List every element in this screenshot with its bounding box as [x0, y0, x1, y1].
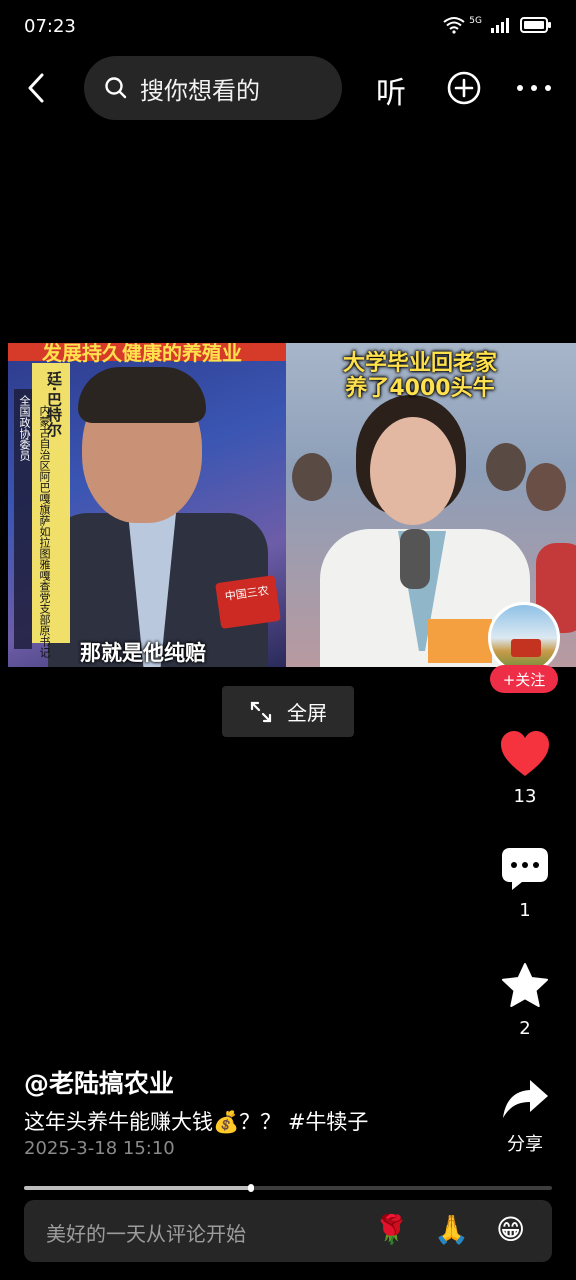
crowd-figure	[292, 453, 332, 501]
post-date: 2025-3-18 15:10	[24, 1138, 175, 1159]
like-count: 13	[513, 786, 537, 807]
comment-placeholder: 美好的一天从评论开始	[46, 1222, 246, 1246]
mic-cube: 中国三农	[215, 575, 281, 629]
speaker-role: 全国政协委员	[18, 395, 31, 461]
left-banner: 发展持久健康的养殖业	[8, 343, 286, 365]
rose-emoji-button[interactable]: 🌹	[374, 1212, 409, 1248]
search-input[interactable]: 搜你想看的	[84, 56, 342, 120]
network-type-label: 5G	[469, 16, 482, 26]
video-progress-bar[interactable]	[24, 1184, 552, 1192]
video-left-panel: 发展持久健康的养殖业 廷·巴特尔 全国政协委员 内蒙古自治区阿巴嘎旗萨如拉图雅嘎…	[8, 343, 286, 667]
grin-emoji-button[interactable]: 😁	[496, 1212, 525, 1248]
delegate-badge	[428, 619, 492, 663]
search-icon	[105, 77, 127, 99]
share-arrow-icon	[503, 1080, 548, 1118]
author-name[interactable]: @老陆搞农业	[24, 1064, 174, 1100]
crowd-figure	[486, 443, 526, 491]
role-tag: 全国政协委员	[14, 389, 32, 649]
share-button[interactable]: 分享	[495, 1078, 555, 1156]
comment-count: 1	[519, 900, 531, 921]
fullscreen-button[interactable]: 全屏	[222, 686, 354, 737]
favorite-button[interactable]: 2	[495, 962, 555, 1039]
top-bar: 搜你想看的 听	[0, 56, 576, 120]
right-title: 大学毕业回老家 养了4000头牛	[290, 351, 550, 401]
chevron-left-icon	[28, 73, 44, 103]
more-button[interactable]	[514, 70, 554, 106]
favorite-count: 2	[519, 1018, 531, 1039]
signal-icon	[491, 18, 509, 33]
progress-fill	[24, 1186, 252, 1190]
plus-circle-icon	[447, 71, 481, 105]
video-caption: 那就是他纯赔	[80, 641, 206, 665]
wifi-icon	[443, 17, 465, 34]
add-button[interactable]	[446, 70, 482, 106]
progress-knob[interactable]	[248, 1184, 255, 1192]
comment-input[interactable]: 美好的一天从评论开始 🌹 🙏 😁	[24, 1200, 552, 1262]
comment-button[interactable]: 1	[495, 846, 555, 921]
star-icon	[502, 963, 548, 1007]
fullscreen-label: 全屏	[287, 701, 327, 725]
heart-icon	[501, 731, 549, 776]
status-time: 07:23	[24, 16, 76, 37]
crowd-figure	[526, 463, 566, 511]
tractor-image	[511, 639, 541, 657]
like-button[interactable]: 13	[495, 730, 555, 807]
woman-face	[370, 417, 456, 525]
back-button[interactable]	[18, 68, 54, 108]
pray-emoji-button[interactable]: 🙏	[434, 1212, 469, 1248]
post-description: 这年头养牛能赚大钱💰？？ #牛犊子	[24, 1110, 369, 1134]
listen-button[interactable]: 听	[376, 68, 406, 112]
status-bar: 07:23 5G	[0, 0, 576, 56]
search-placeholder: 搜你想看的	[140, 76, 260, 105]
status-icons: 5G	[443, 16, 552, 34]
microphone	[400, 529, 430, 589]
more-dots-icon	[517, 85, 551, 91]
comment-bubble-icon	[502, 848, 548, 890]
speaker-org: 内蒙古自治区阿巴嘎旗萨如拉图雅嘎查党支部原书记	[38, 405, 51, 658]
speaker-hair	[78, 367, 206, 423]
battery-icon	[520, 17, 551, 33]
right-title-line1: 大学毕业回老家	[342, 351, 497, 376]
right-title-line2: 养了4000头牛	[345, 376, 495, 401]
video-player[interactable]: 发展持久健康的养殖业 廷·巴特尔 全国政协委员 内蒙古自治区阿巴嘎旗萨如拉图雅嘎…	[8, 343, 576, 667]
author-avatar[interactable]	[488, 602, 560, 674]
mic-label: 中国三农	[224, 584, 270, 604]
share-label: 分享	[507, 1134, 543, 1155]
follow-button[interactable]: +关注	[490, 665, 558, 693]
expand-icon	[250, 701, 272, 722]
left-banner-text: 发展持久健康的养殖业	[42, 343, 242, 365]
